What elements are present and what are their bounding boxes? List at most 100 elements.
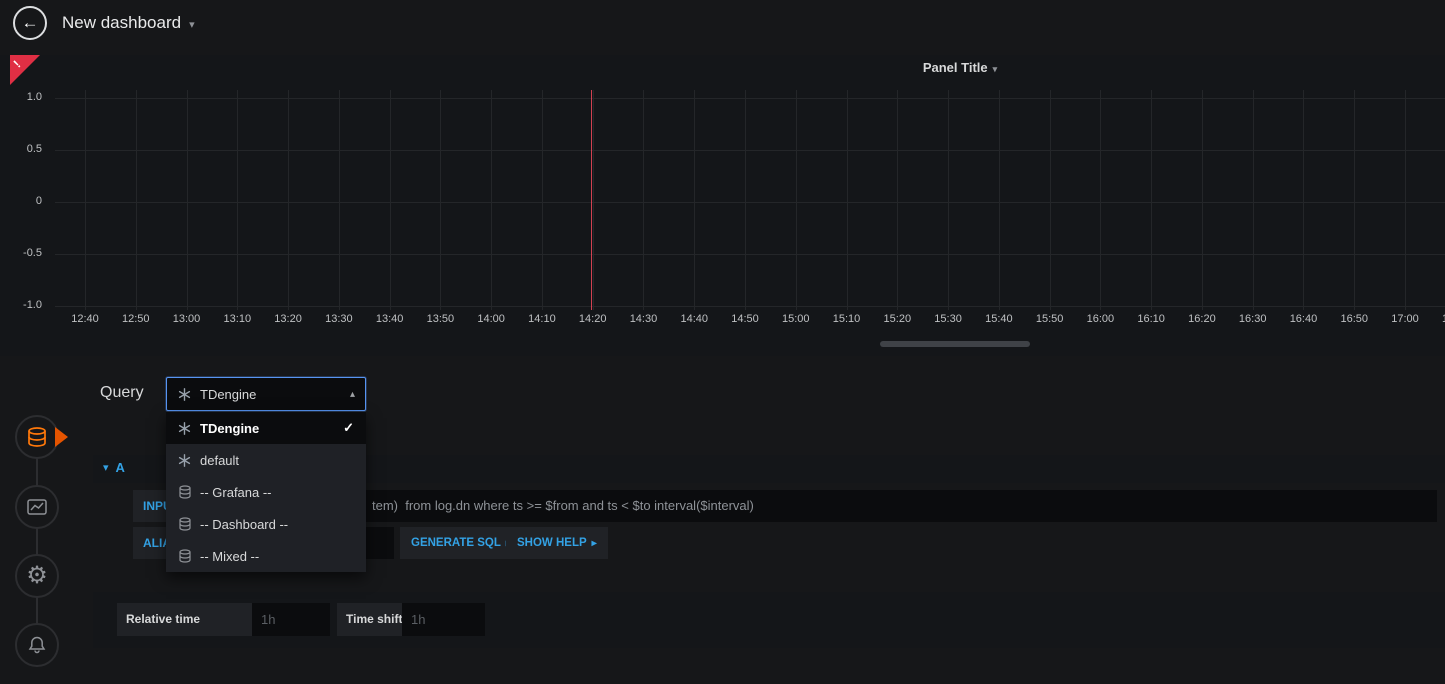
grid-line-vertical: [1050, 90, 1051, 310]
x-axis-tick-label: 15:00: [774, 313, 818, 325]
input-sql-field[interactable]: tem) from log.dn where ts >= $from and t…: [212, 490, 1437, 522]
grid-line-vertical: [1253, 90, 1254, 310]
database-icon: [178, 485, 200, 499]
panel-title-menu[interactable]: Panel Title ▾: [810, 60, 1110, 75]
query-row-letter: A: [116, 460, 125, 475]
sidebar-tab-alert[interactable]: [15, 623, 59, 667]
x-axis-tick-label: 14:10: [520, 313, 564, 325]
x-axis-tick-label: 14:20: [571, 313, 615, 325]
time-series-chart: 12:4012:5013:0013:1013:2013:3013:4013:50…: [0, 0, 1445, 684]
database-icon: [25, 425, 49, 449]
y-axis-tick-label: -1.0: [6, 299, 42, 311]
database-icon: [178, 517, 200, 531]
x-axis-tick-label: 13:40: [368, 313, 412, 325]
grid-line-horizontal: [55, 98, 1445, 99]
x-axis-tick-label: 17:10: [1434, 313, 1445, 325]
show-help-button[interactable]: SHOW HELP ▸: [506, 527, 608, 559]
datasource-menu: TDengine ✓ default -- Grafana -- -- Dash…: [166, 412, 366, 572]
input-sql-value: tem) from log.dn where ts >= $from and t…: [212, 490, 1437, 522]
x-axis-tick-label: 16:00: [1078, 313, 1122, 325]
gear-icon: ⚙: [26, 564, 48, 588]
x-axis-tick-label: 16:10: [1129, 313, 1173, 325]
menu-item-tdengine[interactable]: TDengine ✓: [166, 412, 366, 444]
horizontal-scrollbar-thumb[interactable]: [880, 341, 1030, 347]
panel-error-corner[interactable]: !: [10, 55, 40, 85]
menu-item-default[interactable]: default: [166, 444, 366, 476]
sidebar-tab-visualization[interactable]: [15, 485, 59, 529]
menu-item-grafana[interactable]: -- Grafana --: [166, 476, 366, 508]
grid-line-vertical: [1100, 90, 1101, 310]
chevron-down-icon: ▾: [103, 461, 109, 474]
caret-right-icon: ▸: [592, 538, 597, 549]
active-tab-arrow-icon: [55, 427, 68, 447]
x-axis-tick-label: 15:50: [1028, 313, 1072, 325]
menu-item-label: TDengine: [200, 421, 259, 436]
x-axis-tick-label: 14:40: [672, 313, 716, 325]
bell-icon: [26, 634, 48, 656]
time-shift-input[interactable]: [402, 603, 485, 636]
y-axis-tick-label: 0: [6, 195, 42, 207]
grid-line-vertical: [288, 90, 289, 310]
grid-line-vertical: [948, 90, 949, 310]
menu-item-mixed[interactable]: -- Mixed --: [166, 540, 366, 572]
grid-line-horizontal: [55, 254, 1445, 255]
grid-line-vertical: [237, 90, 238, 310]
menu-item-label: -- Mixed --: [200, 549, 259, 564]
grid-line-vertical: [1151, 90, 1152, 310]
x-axis-tick-label: 14:50: [723, 313, 767, 325]
x-axis-tick-label: 14:00: [469, 313, 513, 325]
x-axis-tick-label: 15:40: [977, 313, 1021, 325]
menu-item-label: default: [200, 453, 239, 468]
query-row-collapse[interactable]: ▾ A: [103, 460, 125, 475]
database-icon: [178, 549, 200, 563]
grid-line-vertical: [85, 90, 86, 310]
chevron-down-icon: ▾: [993, 64, 998, 74]
grid-line-vertical: [745, 90, 746, 310]
y-axis-tick-label: 0.5: [6, 143, 42, 155]
grid-line-vertical: [187, 90, 188, 310]
sidebar-tab-general[interactable]: ⚙: [15, 554, 59, 598]
grid-line-vertical: [847, 90, 848, 310]
menu-item-label: -- Grafana --: [200, 485, 272, 500]
grid-line-vertical: [694, 90, 695, 310]
generate-sql-button[interactable]: GENERATE SQL ▸: [400, 527, 522, 559]
tdengine-plugin-icon: [178, 422, 200, 435]
menu-item-dashboard[interactable]: -- Dashboard --: [166, 508, 366, 540]
grid-line-vertical: [542, 90, 543, 310]
tdengine-plugin-icon: [178, 388, 191, 401]
grid-line-vertical: [491, 90, 492, 310]
grid-line-vertical: [1405, 90, 1406, 310]
graph-icon: [26, 496, 48, 518]
x-axis-tick-label: 13:50: [418, 313, 462, 325]
grid-line-vertical: [796, 90, 797, 310]
grid-line-vertical: [999, 90, 1000, 310]
relative-time-input[interactable]: [252, 603, 330, 636]
relative-time-label: Relative time: [117, 603, 252, 636]
x-axis-tick-label: 13:20: [266, 313, 310, 325]
x-axis-tick-label: 14:30: [621, 313, 665, 325]
datasource-selected-value: TDengine: [200, 387, 256, 402]
grid-line-vertical: [593, 90, 594, 310]
menu-item-label: -- Dashboard --: [200, 517, 288, 532]
time-shift-label: Time shift: [337, 603, 402, 636]
x-axis-tick-label: 16:20: [1180, 313, 1224, 325]
sidebar-tab-queries[interactable]: [15, 415, 59, 459]
check-icon: ✓: [343, 420, 354, 436]
generate-sql-label: GENERATE SQL: [411, 537, 501, 549]
x-axis-tick-label: 13:00: [165, 313, 209, 325]
y-axis-tick-label: -0.5: [6, 247, 42, 259]
x-axis-tick-label: 16:50: [1332, 313, 1376, 325]
grid-line-vertical: [897, 90, 898, 310]
grid-line-vertical: [1354, 90, 1355, 310]
chevron-up-icon: ▴: [350, 389, 355, 400]
x-axis-tick-label: 15:30: [926, 313, 970, 325]
panel-title-text: Panel Title: [923, 60, 988, 75]
x-axis-tick-label: 13:30: [317, 313, 361, 325]
x-axis-tick-label: 15:20: [875, 313, 919, 325]
grid-line-horizontal: [55, 202, 1445, 203]
grid-line-vertical: [339, 90, 340, 310]
datasource-select[interactable]: TDengine ▴: [166, 377, 366, 411]
grid-line-horizontal: [55, 306, 1445, 307]
warning-icon: !: [11, 58, 24, 71]
annotation-vline: [591, 90, 592, 310]
